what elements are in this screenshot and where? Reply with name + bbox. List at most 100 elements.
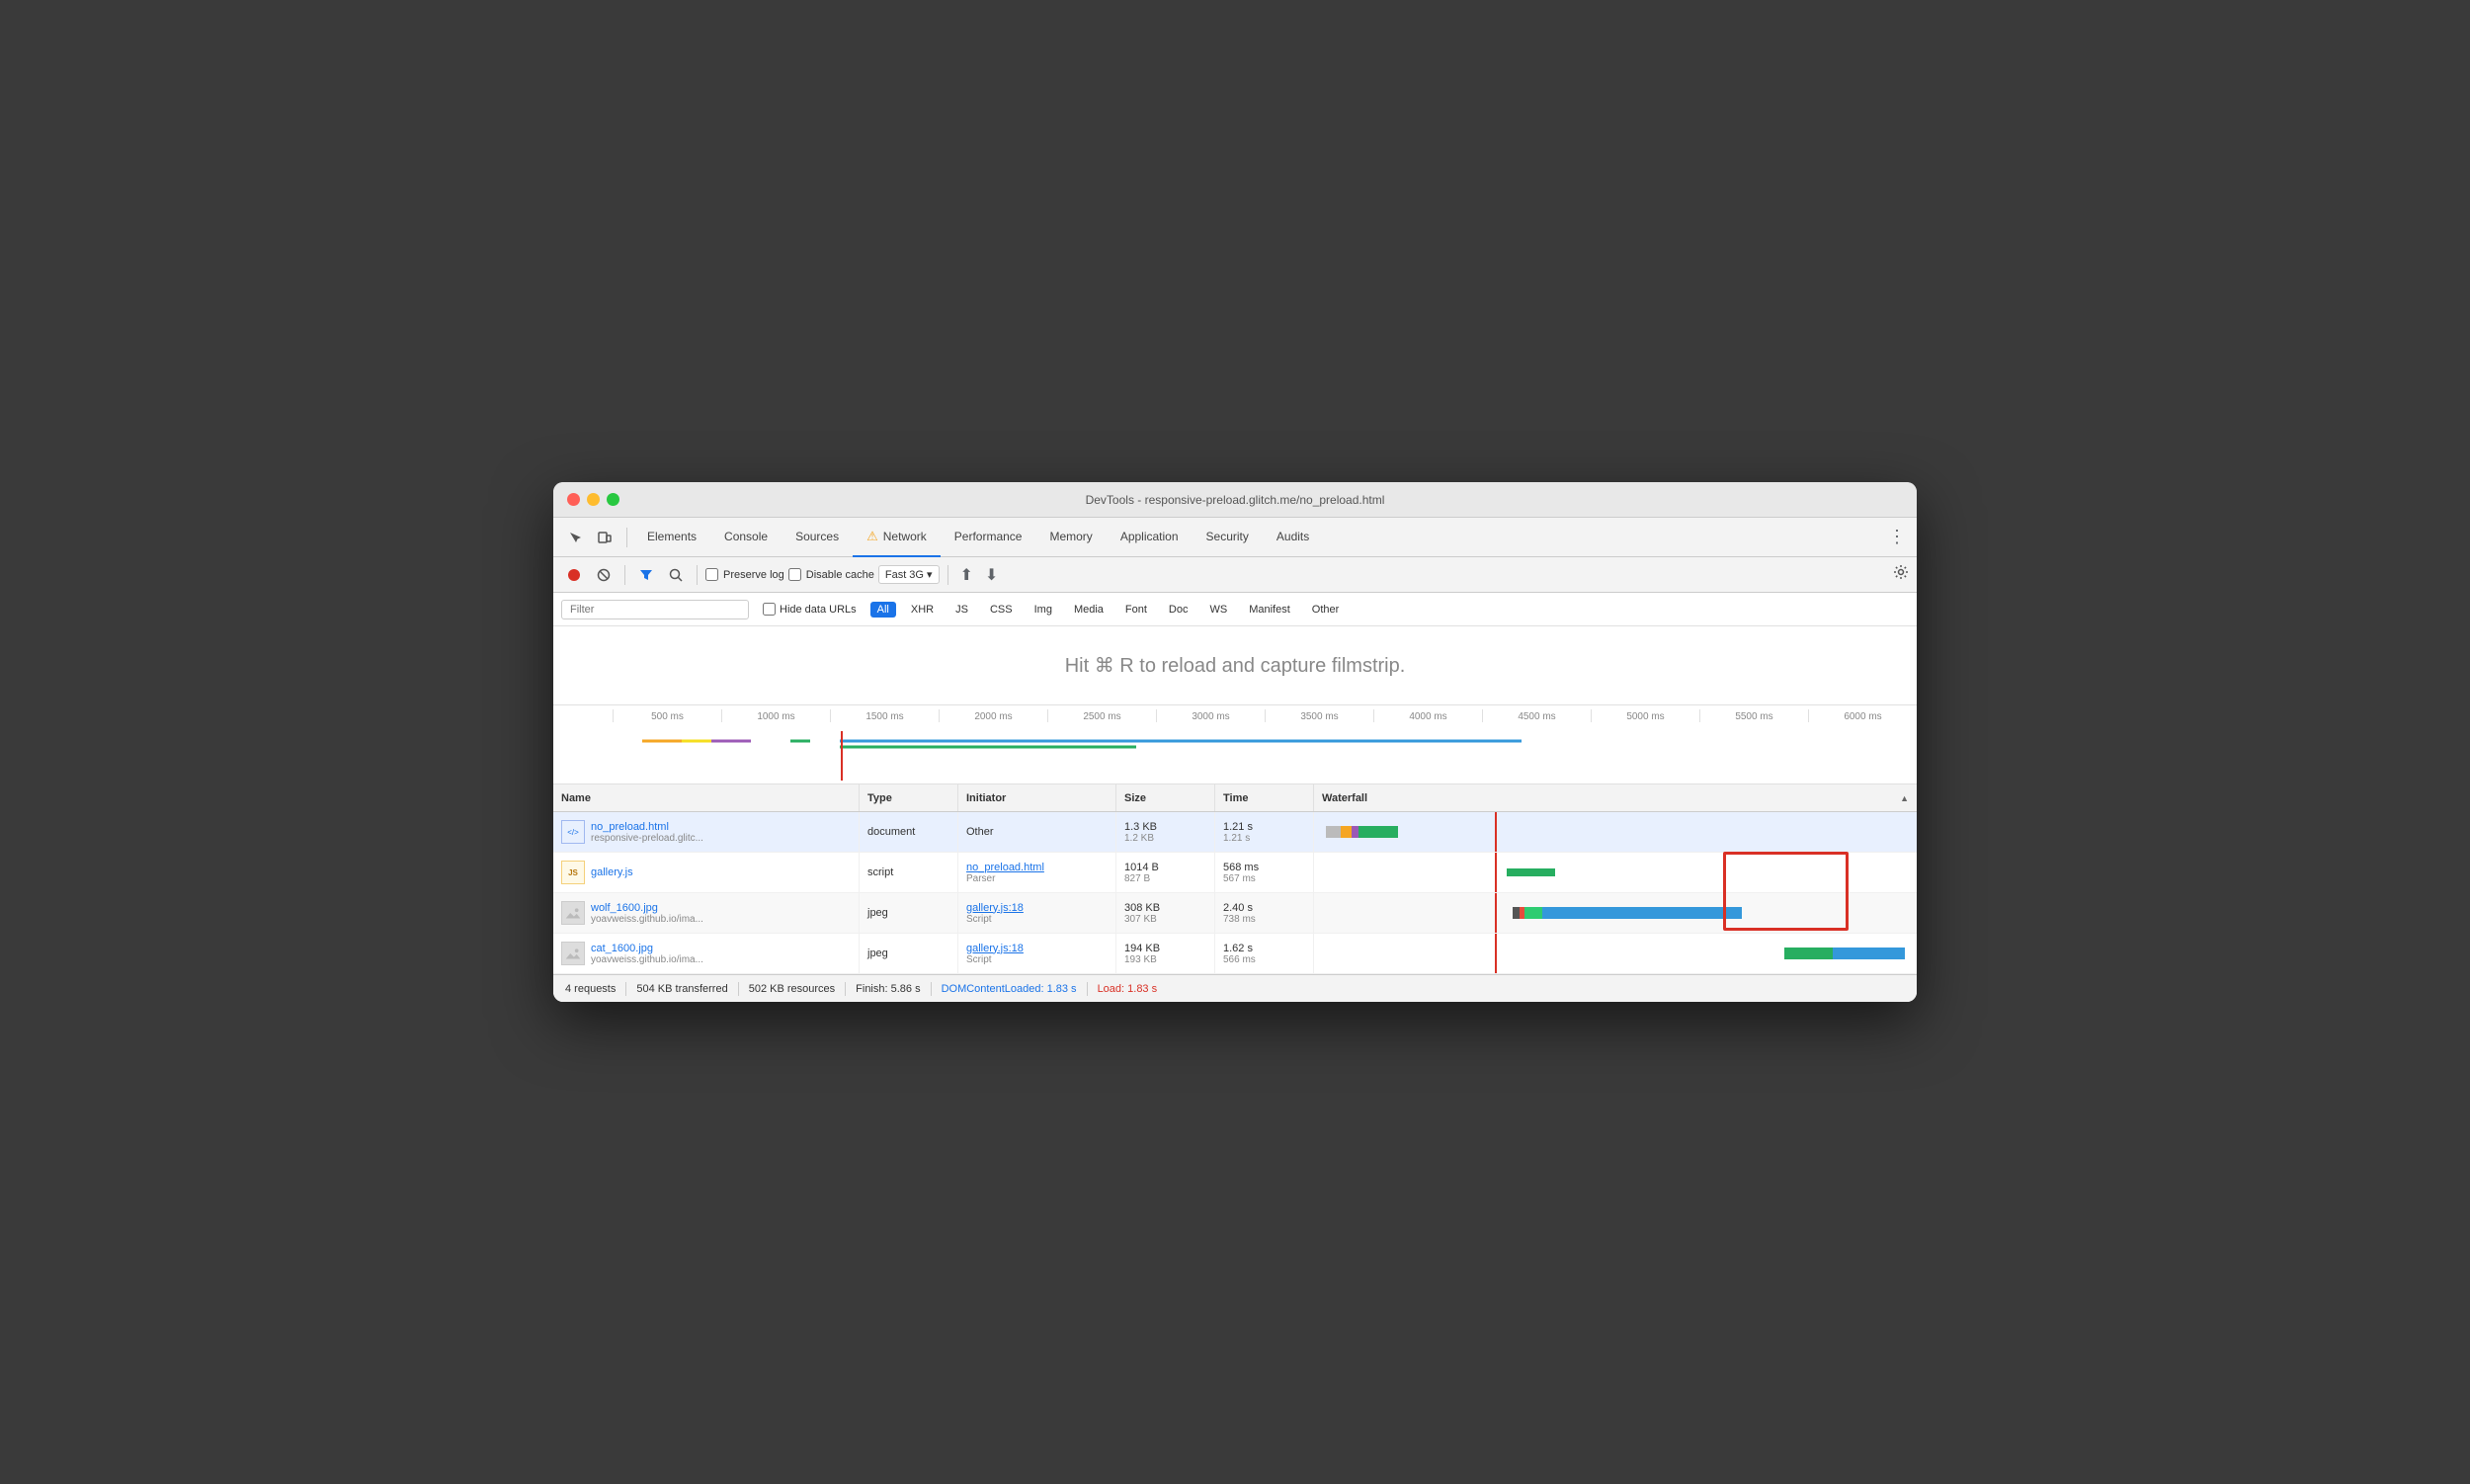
import-button[interactable]: ⬆ xyxy=(956,565,977,585)
filter-bar: Hide data URLs All XHR JS CSS Img Media … xyxy=(553,593,1917,626)
record-button[interactable] xyxy=(561,562,587,588)
filmstrip-message: Hit ⌘ R to reload and capture filmstrip. xyxy=(1065,653,1406,678)
toolbar-divider-2 xyxy=(697,565,698,585)
th-size[interactable]: Size xyxy=(1116,784,1215,811)
tab-network[interactable]: ⚠ Network xyxy=(853,518,941,557)
transferred-size: 504 KB transferred xyxy=(636,983,727,995)
tab-audits[interactable]: Audits xyxy=(1263,518,1323,557)
throttle-select[interactable]: Fast 3G ▾ xyxy=(878,565,940,584)
time-cell-2: 568 ms 567 ms xyxy=(1215,853,1314,892)
name-cell-1: </> no_preload.html responsive-preload.g… xyxy=(553,812,860,852)
tab-security[interactable]: Security xyxy=(1193,518,1263,557)
tab-performance[interactable]: Performance xyxy=(941,518,1036,557)
hide-data-urls-checkbox[interactable]: Hide data URLs xyxy=(757,601,863,618)
clear-button[interactable] xyxy=(591,562,617,588)
tick-4000ms: 4000 ms xyxy=(1373,709,1482,722)
ruler-ticks: 500 ms 1000 ms 1500 ms 2000 ms 2500 ms 3… xyxy=(553,705,1917,722)
waterfall-cell-4 xyxy=(1314,934,1917,973)
filter-input[interactable] xyxy=(561,600,749,619)
filter-type-manifest[interactable]: Manifest xyxy=(1242,602,1297,618)
file-icon-js: JS xyxy=(561,861,585,884)
th-time[interactable]: Time xyxy=(1215,784,1314,811)
maximize-button[interactable] xyxy=(607,493,619,506)
initiator-cell-3: gallery.js:18 Script xyxy=(958,893,1116,933)
filter-type-js[interactable]: JS xyxy=(948,602,975,618)
dom-loaded-time: DOMContentLoaded: 1.83 s xyxy=(942,983,1077,995)
filter-type-css[interactable]: CSS xyxy=(983,602,1020,618)
filter-type-other[interactable]: Other xyxy=(1305,602,1347,618)
initiator-cell-4: gallery.js:18 Script xyxy=(958,934,1116,973)
status-bar: 4 requests 504 KB transferred 502 KB res… xyxy=(553,974,1917,1002)
filter-type-media[interactable]: Media xyxy=(1067,602,1111,618)
initiator-cell-2: no_preload.html Parser xyxy=(958,853,1116,892)
tab-memory[interactable]: Memory xyxy=(1035,518,1106,557)
tick-6000ms: 6000 ms xyxy=(1808,709,1917,722)
more-tabs-button[interactable]: ⋮ xyxy=(1885,526,1909,549)
preserve-log-checkbox[interactable]: Preserve log xyxy=(705,568,784,581)
disable-cache-checkbox[interactable]: Disable cache xyxy=(788,568,874,581)
search-icon[interactable] xyxy=(663,562,689,588)
tab-sources[interactable]: Sources xyxy=(782,518,853,557)
time-cell-3: 2.40 s 738 ms xyxy=(1215,893,1314,933)
filter-type-img[interactable]: Img xyxy=(1028,602,1059,618)
time-cell-4: 1.62 s 566 ms xyxy=(1215,934,1314,973)
tab-application[interactable]: Application xyxy=(1107,518,1193,557)
toolbar-divider-3 xyxy=(947,565,948,585)
resources-size: 502 KB resources xyxy=(749,983,835,995)
th-waterfall[interactable]: Waterfall ▲ xyxy=(1314,784,1917,811)
table-row[interactable]: JS gallery.js script no_preload.html Par… xyxy=(553,853,1917,893)
file-icon-html: </> xyxy=(561,820,585,844)
th-name[interactable]: Name xyxy=(553,784,860,811)
toolbar-divider-1 xyxy=(624,565,625,585)
name-cell-3: wolf_1600.jpg yoavweiss.github.io/ima... xyxy=(553,893,860,933)
size-cell-2: 1014 B 827 B xyxy=(1116,853,1215,892)
network-toolbar: Preserve log Disable cache Fast 3G ▾ ⬆ ⬇ xyxy=(553,557,1917,593)
warning-icon: ⚠ xyxy=(866,529,878,544)
minimize-button[interactable] xyxy=(587,493,600,506)
filter-type-xhr[interactable]: XHR xyxy=(904,602,941,618)
size-cell-3: 308 KB 307 KB xyxy=(1116,893,1215,933)
waterfall-cell-1 xyxy=(1314,812,1917,852)
file-icon-img1 xyxy=(561,901,585,925)
tick-1000ms: 1000 ms xyxy=(721,709,830,722)
tick-3000ms: 3000 ms xyxy=(1156,709,1265,722)
filter-type-font[interactable]: Font xyxy=(1118,602,1154,618)
tick-2000ms: 2000 ms xyxy=(939,709,1047,722)
tick-5000ms: 5000 ms xyxy=(1591,709,1699,722)
type-cell-1: document xyxy=(860,812,958,852)
cursor-icon[interactable] xyxy=(561,524,589,551)
table-header: Name Type Initiator Size Time Waterfall … xyxy=(553,784,1917,812)
table-row[interactable]: </> no_preload.html responsive-preload.g… xyxy=(553,812,1917,853)
timeline-svg xyxy=(553,731,1917,781)
name-cell-4: cat_1600.jpg yoavweiss.github.io/ima... xyxy=(553,934,860,973)
filter-type-all[interactable]: All xyxy=(870,602,896,618)
devtools-panel: Elements Console Sources ⚠ Network Perfo… xyxy=(553,518,1917,1002)
filter-icon[interactable] xyxy=(633,562,659,588)
size-cell-4: 194 KB 193 KB xyxy=(1116,934,1215,973)
filter-type-doc[interactable]: Doc xyxy=(1162,602,1195,618)
filter-type-ws[interactable]: WS xyxy=(1202,602,1234,618)
device-icon[interactable] xyxy=(591,524,618,551)
type-cell-2: script xyxy=(860,853,958,892)
table-row[interactable]: cat_1600.jpg yoavweiss.github.io/ima... … xyxy=(553,934,1917,974)
th-type[interactable]: Type xyxy=(860,784,958,811)
close-button[interactable] xyxy=(567,493,580,506)
tab-divider xyxy=(626,528,627,547)
waterfall-cell-2 xyxy=(1314,853,1917,892)
sort-icon: ▲ xyxy=(1900,793,1909,803)
settings-button[interactable] xyxy=(1893,564,1909,585)
time-cell-1: 1.21 s 1.21 s xyxy=(1215,812,1314,852)
th-initiator[interactable]: Initiator xyxy=(958,784,1116,811)
requests-count: 4 requests xyxy=(565,983,616,995)
tab-elements[interactable]: Elements xyxy=(633,518,710,557)
tick-2500ms: 2500 ms xyxy=(1047,709,1156,722)
window-title: DevTools - responsive-preload.glitch.me/… xyxy=(1086,493,1385,507)
type-cell-4: jpeg xyxy=(860,934,958,973)
filmstrip-area: Hit ⌘ R to reload and capture filmstrip. xyxy=(553,626,1917,705)
type-cell-3: jpeg xyxy=(860,893,958,933)
waterfall-cell-3 xyxy=(1314,893,1917,933)
tab-console[interactable]: Console xyxy=(710,518,782,557)
table-row[interactable]: wolf_1600.jpg yoavweiss.github.io/ima...… xyxy=(553,893,1917,934)
export-button[interactable]: ⬇ xyxy=(981,565,1002,585)
load-time: Load: 1.83 s xyxy=(1098,983,1158,995)
